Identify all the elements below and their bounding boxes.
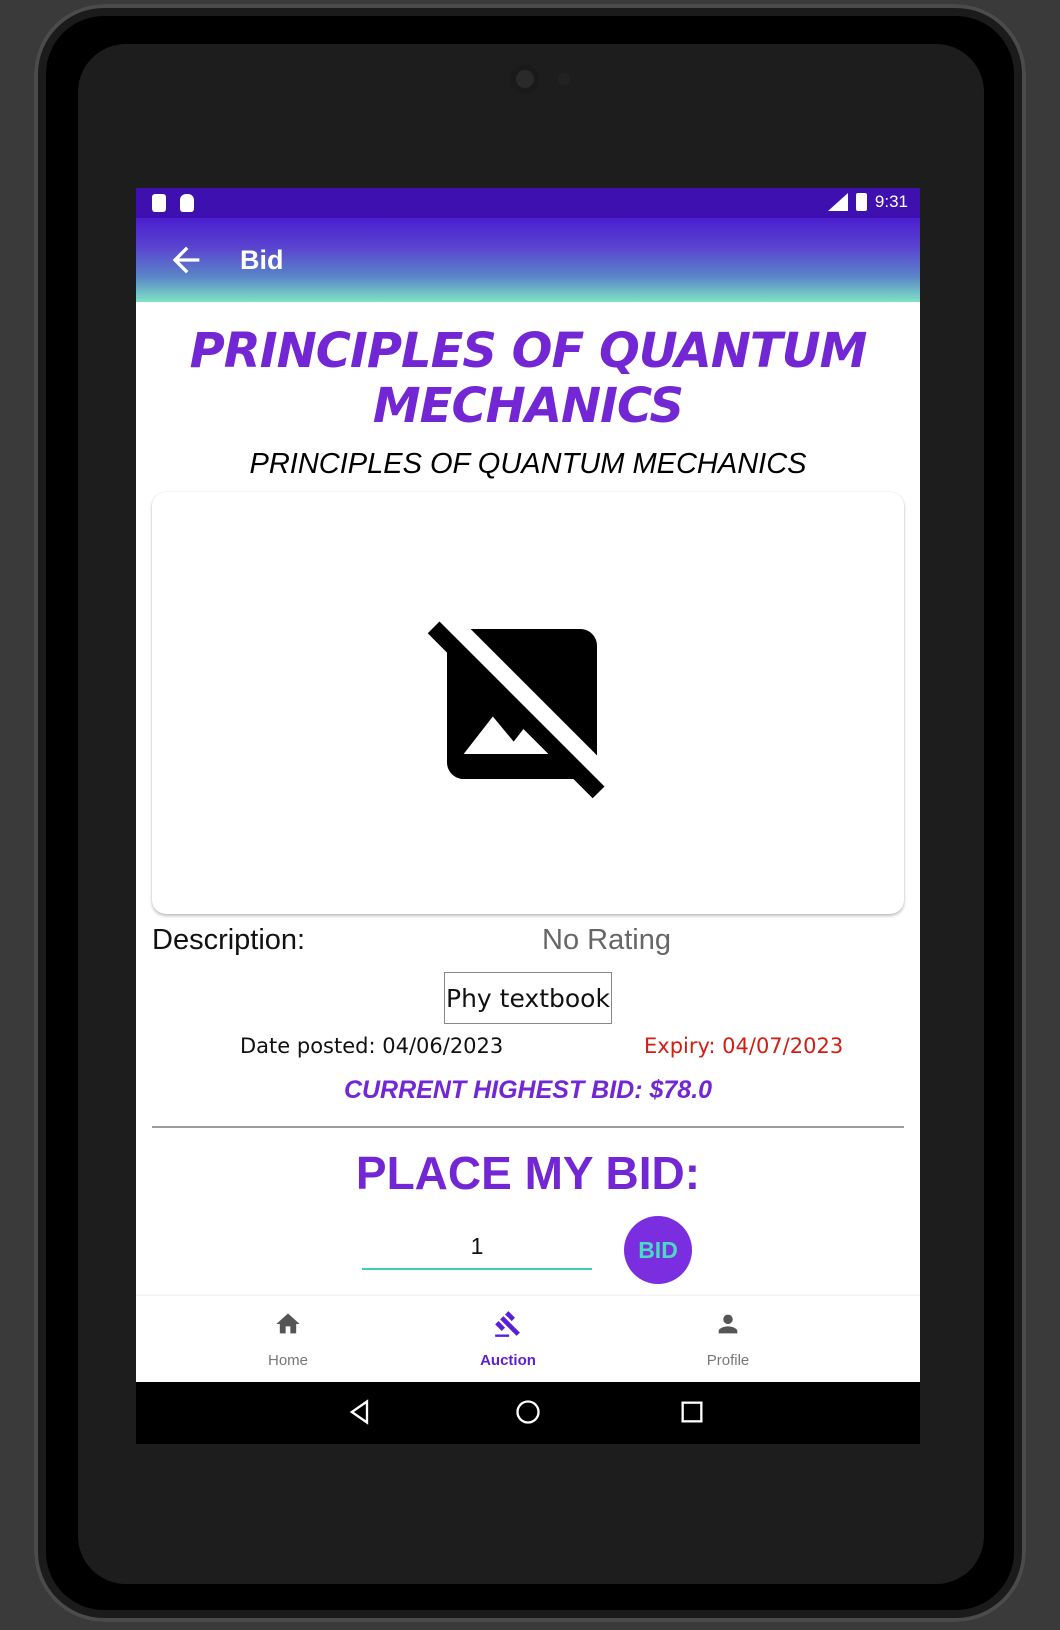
expiry-date: Expiry: 04/07/2023 bbox=[644, 1034, 844, 1058]
image-not-supported-icon bbox=[427, 621, 605, 799]
nav-item-auction[interactable]: Auction bbox=[408, 1296, 608, 1382]
divider bbox=[152, 1126, 904, 1128]
home-icon bbox=[276, 1313, 300, 1334]
app-bar: Bid bbox=[136, 218, 920, 302]
app-bar-title: Bid bbox=[240, 245, 284, 275]
place-bid-heading: PLACE MY BID: bbox=[355, 1147, 701, 1199]
nav-label-home: Home bbox=[267, 1352, 308, 1369]
current-highest-bid: CURRENT HIGHEST BID: $78.0 bbox=[343, 1076, 713, 1104]
battery-icon bbox=[855, 193, 867, 211]
nav-label-profile: Profile bbox=[706, 1352, 750, 1369]
home-circle-icon[interactable] bbox=[514, 1398, 542, 1426]
recents-square-icon[interactable] bbox=[678, 1398, 706, 1426]
bid-content: PRINCIPLES OF QUANTUM MECHANICS PRINCIPL… bbox=[136, 302, 920, 1294]
bid-button[interactable]: BID bbox=[624, 1216, 692, 1284]
person-icon bbox=[718, 1314, 738, 1334]
description-label: Description: bbox=[152, 924, 306, 956]
gavel-icon bbox=[495, 1311, 520, 1337]
camera-sensor bbox=[558, 73, 570, 85]
back-arrow-icon[interactable] bbox=[166, 240, 206, 280]
status-bar: 9:31 bbox=[136, 188, 920, 218]
signal-icon bbox=[827, 193, 848, 211]
description-box: Phy textbook bbox=[444, 972, 612, 1024]
nav-item-home[interactable]: Home bbox=[188, 1296, 388, 1382]
screen: 9:31 Bid PRINCIPLES OF QUANTUM MECHANICS… bbox=[136, 188, 920, 1444]
sd-card-icon bbox=[152, 194, 166, 212]
date-posted: Date posted: 04/06/2023 bbox=[240, 1034, 504, 1058]
status-time: 9:31 bbox=[874, 192, 908, 211]
item-subtitle: PRINCIPLES OF QUANTUM MECHANICS bbox=[249, 448, 807, 480]
bid-amount-input[interactable] bbox=[362, 1224, 592, 1270]
android-icon bbox=[180, 194, 194, 212]
system-navigation-bar bbox=[136, 1382, 920, 1444]
nav-label-auction: Auction bbox=[480, 1352, 536, 1369]
item-image-card bbox=[152, 492, 904, 914]
item-title: PRINCIPLES OF QUANTUM MECHANICS bbox=[189, 323, 868, 434]
rating-text: No Rating bbox=[542, 924, 671, 956]
bottom-navigation: Home Auction Profile bbox=[136, 1296, 920, 1382]
nav-item-profile[interactable]: Profile bbox=[628, 1296, 828, 1382]
back-triangle-icon[interactable] bbox=[346, 1398, 374, 1426]
front-camera bbox=[510, 64, 540, 94]
